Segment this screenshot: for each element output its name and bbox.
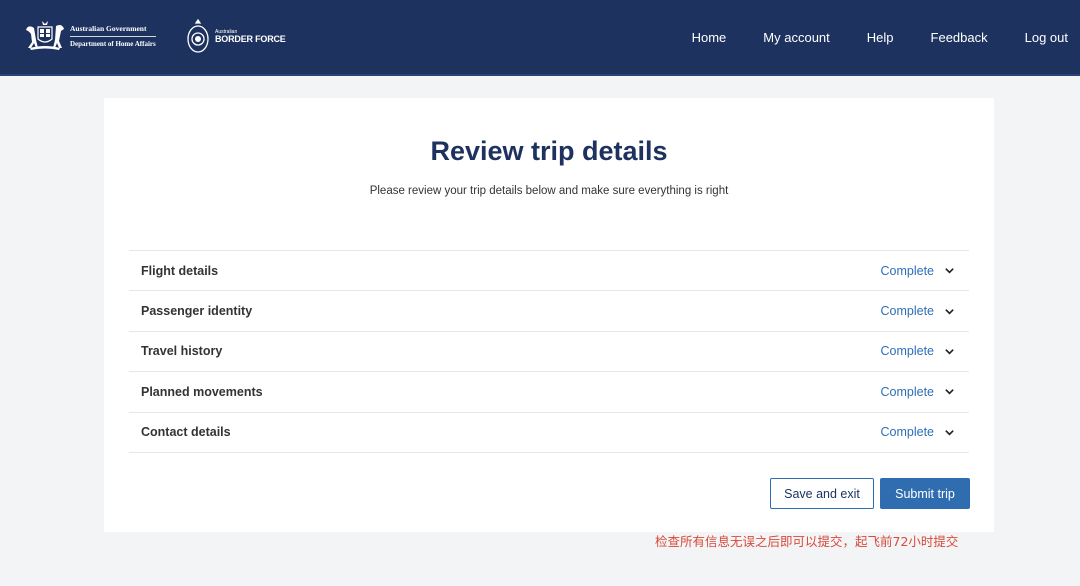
chevron-down-icon[interactable] <box>944 386 955 397</box>
border-force-badge-icon <box>187 18 209 53</box>
main-nav: Home My account Help Feedback Log out <box>655 30 1068 45</box>
status-complete: Complete <box>880 263 935 278</box>
chevron-down-icon[interactable] <box>944 346 955 357</box>
section-flight-details[interactable]: Flight details Complete <box>129 251 969 292</box>
save-and-exit-button[interactable]: Save and exit <box>770 478 874 509</box>
status-complete: Complete <box>880 384 935 399</box>
nav-log-out[interactable]: Log out <box>1025 30 1068 45</box>
status-complete: Complete <box>880 304 935 319</box>
section-planned-movements[interactable]: Planned movements Complete <box>129 372 969 413</box>
australian-government-logo[interactable]: Australian Government Department of Home… <box>24 18 166 54</box>
section-contact-details[interactable]: Contact details Complete <box>129 413 969 453</box>
section-label: Planned movements <box>141 384 263 399</box>
review-card: Review trip details Please review your t… <box>104 98 994 532</box>
coat-of-arms-icon <box>26 21 64 50</box>
nav-help[interactable]: Help <box>867 30 894 45</box>
section-passenger-identity[interactable]: Passenger identity Complete <box>129 291 969 332</box>
section-travel-history[interactable]: Travel history Complete <box>129 332 969 373</box>
border-force-logo[interactable]: Australian BORDER FORCE <box>186 17 286 57</box>
department-name: Department of Home Affairs <box>70 40 156 48</box>
page-title: Review trip details <box>430 136 668 166</box>
chevron-down-icon[interactable] <box>944 427 955 438</box>
chevron-down-icon[interactable] <box>944 265 955 276</box>
submit-trip-button[interactable]: Submit trip <box>880 478 970 509</box>
section-label: Flight details <box>141 263 219 278</box>
status-complete: Complete <box>880 344 935 359</box>
abf-big-text: BORDER FORCE <box>215 34 286 44</box>
top-navigation-bar: Australian Government Department of Home… <box>0 0 1080 76</box>
section-label: Passenger identity <box>141 304 253 319</box>
nav-feedback[interactable]: Feedback <box>931 30 988 45</box>
section-label: Travel history <box>141 344 223 359</box>
nav-my-account[interactable]: My account <box>763 30 829 45</box>
nav-home[interactable]: Home <box>692 30 727 45</box>
annotation-note: 检查所有信息无误之后即可以提交，起飞前72小时提交 <box>655 534 959 549</box>
gov-name: Australian Government <box>70 24 156 37</box>
status-complete: Complete <box>880 425 935 440</box>
trip-sections-list: Flight details Complete Passenger identi… <box>129 250 969 453</box>
chevron-down-icon[interactable] <box>944 306 955 317</box>
page-subtitle: Please review your trip details below an… <box>369 185 729 197</box>
section-label: Contact details <box>141 425 231 440</box>
